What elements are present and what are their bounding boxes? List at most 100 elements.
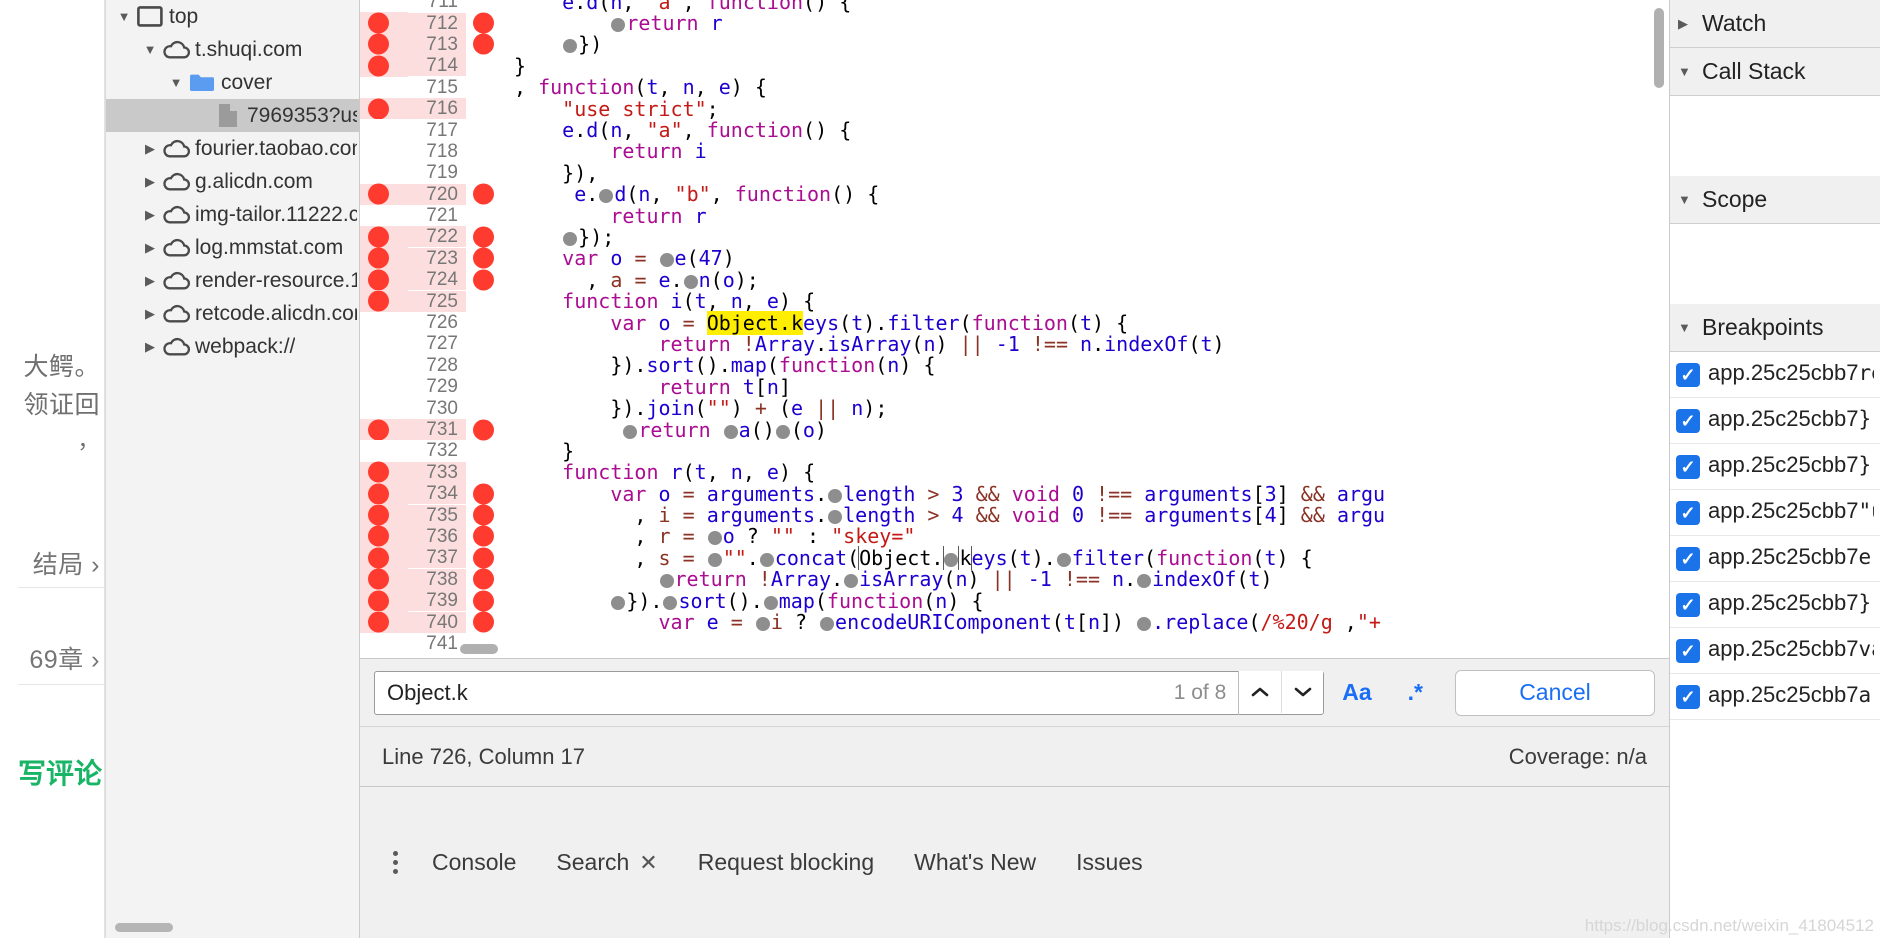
chevron-right-icon[interactable] bbox=[139, 207, 161, 223]
inline-breakpoint-gutter[interactable] bbox=[466, 0, 506, 12]
chevron-down-icon[interactable] bbox=[113, 9, 135, 24]
breakpoint-gutter[interactable] bbox=[360, 568, 408, 590]
breakpoint-dot-icon[interactable] bbox=[473, 183, 494, 205]
regex-toggle[interactable]: .* bbox=[1390, 679, 1441, 706]
breakpoint-gutter[interactable] bbox=[360, 611, 408, 633]
inline-breakpoint-gutter[interactable] bbox=[466, 119, 506, 140]
inline-breakpoint-gutter[interactable] bbox=[466, 355, 506, 376]
breakpoint-dot-icon[interactable] bbox=[368, 98, 389, 120]
breakpoint-dot-icon[interactable] bbox=[368, 290, 389, 312]
breakpoint-gutter[interactable] bbox=[360, 632, 408, 655]
code-line[interactable]: 718 return i bbox=[360, 139, 1669, 163]
breakpoint-dot-icon[interactable] bbox=[473, 568, 494, 590]
breakpoint-gutter[interactable] bbox=[360, 119, 408, 141]
code-line[interactable]: 727 return !Array.isArray(n) || -1 !== n… bbox=[360, 332, 1669, 356]
breakpoint-gutter[interactable] bbox=[360, 76, 408, 98]
breakpoint-checkbox[interactable] bbox=[1676, 547, 1700, 571]
drawer-tab-request-blocking[interactable]: Request blocking bbox=[678, 849, 894, 876]
breakpoint-gutter[interactable] bbox=[360, 482, 408, 505]
inline-breakpoint-gutter[interactable] bbox=[466, 33, 506, 55]
breakpoint-gutter[interactable] bbox=[360, 440, 408, 462]
close-icon[interactable]: ✕ bbox=[639, 850, 657, 876]
breakpoint-dot-icon[interactable] bbox=[473, 547, 494, 569]
code-line[interactable]: 739 }). sort(). map(function(n) { bbox=[360, 589, 1669, 613]
breakpoint-dot-icon[interactable] bbox=[368, 611, 389, 633]
breakpoint-dot-icon[interactable] bbox=[368, 568, 389, 590]
tree-item-cover[interactable]: cover bbox=[105, 66, 359, 99]
breakpoint-checkbox[interactable] bbox=[1676, 409, 1700, 433]
inline-breakpoint-gutter[interactable] bbox=[466, 419, 506, 440]
code-line[interactable]: 737 , s = "". concat(Object. keys(t). filte… bbox=[360, 545, 1669, 570]
editor-vertical-scrollbar[interactable] bbox=[1654, 8, 1664, 88]
breakpoint-dot-icon[interactable] bbox=[473, 269, 494, 291]
inline-breakpoint-gutter[interactable] bbox=[466, 547, 506, 569]
tree-item-img-tailor-11222-cn[interactable]: img-tailor.11222.cn bbox=[105, 198, 359, 231]
find-input[interactable] bbox=[387, 679, 1162, 706]
breakpoint-gutter[interactable] bbox=[360, 461, 408, 483]
inline-breakpoint-gutter[interactable] bbox=[466, 269, 506, 291]
inline-breakpoint-gutter[interactable] bbox=[466, 162, 506, 183]
chevron-right-icon[interactable] bbox=[139, 240, 161, 256]
inline-breakpoint-gutter[interactable] bbox=[466, 12, 506, 34]
tree-item-webpack-[interactable]: webpack:// bbox=[105, 330, 359, 363]
breakpoint-item[interactable]: app.25c25cbb7"use strict" bbox=[1670, 490, 1880, 536]
code-line[interactable]: 729 return t[n] bbox=[360, 375, 1669, 399]
inline-breakpoint-gutter[interactable] bbox=[466, 440, 506, 461]
breakpoint-gutter[interactable] bbox=[360, 504, 408, 526]
breakpoint-dot-icon[interactable] bbox=[368, 504, 389, 526]
inline-breakpoint-gutter[interactable] bbox=[466, 205, 506, 226]
code-line[interactable]: 721 return r bbox=[360, 204, 1669, 228]
section-scope[interactable]: Scope bbox=[1670, 176, 1880, 224]
breakpoint-dot-icon[interactable] bbox=[473, 419, 494, 440]
page-link-chapter-69[interactable]: 69章 › bbox=[29, 640, 100, 676]
breakpoint-checkbox[interactable] bbox=[1676, 639, 1700, 663]
breakpoint-dot-icon[interactable] bbox=[368, 525, 389, 547]
breakpoint-gutter[interactable] bbox=[360, 0, 408, 13]
chevron-down-icon[interactable] bbox=[139, 42, 161, 57]
breakpoint-dot-icon[interactable] bbox=[368, 590, 389, 612]
tree-item-7969353-useri[interactable]: 7969353?userI bbox=[105, 99, 359, 132]
breakpoint-item[interactable]: app.25c25cbb7}) bbox=[1670, 398, 1880, 444]
tree-item-fourier-taobao-com[interactable]: fourier.taobao.com bbox=[105, 132, 359, 165]
code-line[interactable]: 736 , r = o ? "" : "skey=" bbox=[360, 524, 1669, 548]
drawer-tab-what-s-new[interactable]: What's New bbox=[894, 849, 1056, 876]
editor-horizontal-scrollbar[interactable] bbox=[460, 644, 498, 654]
inline-breakpoint-gutter[interactable] bbox=[466, 483, 506, 505]
breakpoint-dot-icon[interactable] bbox=[473, 226, 494, 248]
inline-breakpoint-gutter[interactable] bbox=[466, 312, 506, 333]
code-line[interactable]: 714} bbox=[360, 54, 1669, 78]
breakpoint-gutter[interactable] bbox=[360, 525, 408, 548]
breakpoint-dot-icon[interactable] bbox=[473, 12, 494, 34]
breakpoint-dot-icon[interactable] bbox=[368, 33, 389, 55]
breakpoint-gutter[interactable] bbox=[360, 418, 408, 441]
code-line[interactable]: 740 var e = i ? encodeURIComponent(t[n])… bbox=[360, 610, 1669, 634]
breakpoint-dot-icon[interactable] bbox=[368, 226, 389, 248]
breakpoint-dot-icon[interactable] bbox=[473, 611, 494, 633]
chevron-right-icon[interactable] bbox=[139, 273, 161, 289]
breakpoint-gutter[interactable] bbox=[360, 397, 408, 419]
match-case-toggle[interactable]: Aa bbox=[1324, 679, 1389, 706]
write-comment-button[interactable]: 写评论 bbox=[18, 752, 102, 792]
drawer-tab-search[interactable]: Search ✕ bbox=[536, 849, 677, 876]
breakpoint-gutter[interactable] bbox=[360, 140, 408, 163]
code-line[interactable]: 723 var o = e(47) bbox=[360, 246, 1669, 270]
breakpoint-item[interactable]: app.25c25cbb7a = e.n(o) bbox=[1670, 674, 1880, 720]
breakpoint-gutter[interactable] bbox=[360, 333, 408, 355]
breakpoint-dot-icon[interactable] bbox=[473, 33, 494, 55]
find-previous-button[interactable] bbox=[1239, 670, 1282, 713]
chevron-down-icon[interactable] bbox=[165, 75, 187, 90]
code-line[interactable]: 731 return a() (o) bbox=[360, 418, 1669, 442]
code-line[interactable]: 725 function i(t, n, e) { bbox=[360, 289, 1669, 313]
breakpoint-dot-icon[interactable] bbox=[473, 483, 494, 505]
inline-breakpoint-gutter[interactable] bbox=[466, 333, 506, 354]
breakpoint-gutter[interactable] bbox=[360, 247, 408, 270]
breakpoint-gutter[interactable] bbox=[360, 97, 408, 120]
page-link-chapter-end[interactable]: 结局 › bbox=[33, 545, 100, 581]
section-call-stack[interactable]: Call Stack bbox=[1670, 48, 1880, 96]
breakpoint-dot-icon[interactable] bbox=[368, 55, 389, 77]
inline-breakpoint-gutter[interactable] bbox=[466, 247, 506, 269]
tree-item-top[interactable]: top bbox=[105, 0, 359, 33]
inline-breakpoint-gutter[interactable] bbox=[466, 590, 506, 612]
breakpoint-gutter[interactable] bbox=[360, 269, 408, 291]
breakpoint-dot-icon[interactable] bbox=[473, 525, 494, 547]
